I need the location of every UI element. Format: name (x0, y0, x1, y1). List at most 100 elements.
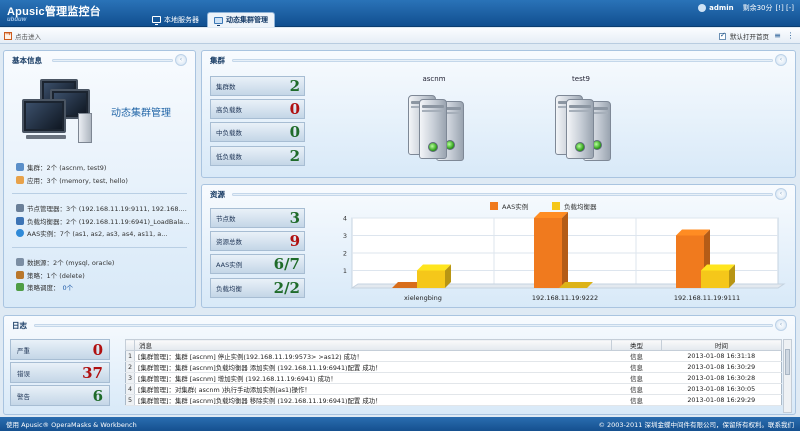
legend-swatch (490, 202, 498, 210)
bar-0-1 (534, 218, 562, 288)
default-open-label: 默认打开首页 (730, 33, 769, 41)
log-table-header: 消息 类型 时间 (125, 339, 782, 351)
stat-aas-instances: AAS实例 6/7 (210, 254, 305, 274)
column-type[interactable]: 类型 (611, 339, 662, 351)
log-stat-critical: 严重 0 (10, 339, 110, 360)
info-schedule-label: 策略调度： (27, 284, 60, 293)
log-stat-warning: 警告 6 (10, 385, 110, 406)
status-right[interactable]: © 2003-2011 深圳金蝶中间件有限公司，保留所有权利。联系我们 (598, 419, 794, 429)
schedule-icon (16, 283, 24, 292)
log-stat-value: 0 (92, 340, 103, 359)
top-bar: Apusic管理监控台 ubuuw 本地服务器 动态集群管理 admin 剩余3… (0, 0, 800, 27)
stat-value: 2 (289, 77, 300, 95)
default-open-checkbox[interactable] (719, 31, 726, 40)
row-message: [集群管理]：集群 [ascnm]负载均衡器 添加实例 (192.168.11.… (134, 361, 612, 373)
monitor-stand (26, 135, 66, 139)
load-balancer-icon (16, 216, 24, 225)
y-tick-label: 2 (343, 250, 347, 258)
x-tick-label: 192.168.11.19:9111 (674, 294, 740, 302)
monitor-icon (152, 16, 161, 25)
tab-local-server-label: 本地服务器 (164, 15, 199, 24)
policy-icon (16, 270, 24, 279)
stat-label: 集群数 (216, 83, 236, 91)
log-scrollbar[interactable] (783, 339, 792, 413)
header-divider (232, 59, 773, 62)
log-stat-label: 错误 (17, 369, 30, 378)
aas-instance-icon (16, 229, 24, 238)
stat-value: 9 (289, 232, 300, 250)
product-title: 动态集群管理 (111, 108, 171, 119)
bar-0-2 (676, 235, 704, 288)
column-time[interactable]: 时间 (661, 339, 782, 351)
row-message: [集群管理]：对集群( ascnm )执行手动添加实例(as1)操作！ (134, 383, 612, 395)
row-number: 4 (125, 383, 135, 395)
row-time: 2013-01-08 16:31:18 (661, 350, 782, 362)
cluster-header: 集群 ‹ (202, 51, 795, 69)
row-number: 1 (125, 350, 135, 362)
schedule-count-link[interactable]: 0个 (63, 282, 74, 292)
row-time: 2013-01-08 16:30:29 (661, 361, 782, 373)
info-list-1: 集群：2个 (ascnm, test9) 应用：3个 (memory, test… (16, 161, 128, 186)
row-time: 2013-01-08 16:30:05 (661, 383, 782, 395)
enter-icon (4, 30, 12, 40)
row-number: 5 (125, 394, 135, 406)
username[interactable]: admin (709, 4, 733, 12)
collapse-icon[interactable]: ‹ (775, 54, 787, 66)
user-area: admin 剩余30分 [!] [-] (698, 3, 794, 13)
scrollbar-thumb[interactable] (785, 349, 790, 375)
header-links[interactable]: [!] [-] (776, 4, 794, 12)
stat-load-balancers: 负载均衡 2/2 (210, 278, 305, 298)
stat-high-load: 高负载数 0 (210, 99, 305, 119)
stat-low-load: 低负载数 2 (210, 146, 305, 166)
row-message: [集群管理]：集群 [ascnm] 增加实例 (192.168.11.19:69… (134, 372, 612, 384)
menu-icon[interactable]: ⋮ (786, 31, 795, 41)
log-title: 日志 (12, 320, 27, 330)
stat-label: AAS实例 (216, 261, 243, 269)
row-message: [集群管理]：集群 [ascnm]负载均衡器 移除实例 (192.168.11.… (134, 394, 612, 406)
stat-node-count: 节点数 3 (210, 208, 305, 228)
log-stat-error: 错误 37 (10, 362, 110, 383)
y-tick-label: 1 (343, 267, 347, 275)
status-left: 使用 Apusic® OperaMasks & Workbench (6, 421, 137, 429)
header-divider (34, 324, 773, 327)
tab-dynamic-cluster-label: 动态集群管理 (226, 16, 268, 24)
table-row[interactable]: 1 [集群管理]：集群 [ascnm] 停止实例(192.168.11.19:9… (125, 350, 782, 362)
y-tick-label: 3 (343, 232, 347, 240)
table-row[interactable]: 2 [集群管理]：集群 [ascnm]负载均衡器 添加实例 (192.168.1… (125, 361, 782, 373)
stat-label: 高负载数 (216, 106, 242, 114)
stat-resource-total: 资源总数 9 (210, 231, 305, 251)
row-type: 信息 (611, 350, 662, 362)
cluster-title: 集群 (210, 55, 225, 65)
column-message[interactable]: 消息 (134, 339, 612, 351)
server-icon (566, 99, 594, 159)
table-row[interactable]: 5 [集群管理]：集群 [ascnm]负载均衡器 移除实例 (192.168.1… (125, 394, 782, 406)
user-icon (698, 4, 707, 12)
monitor-icon (214, 16, 223, 26)
info-row-load-balancer: 负载均衡器：2个 (192.168.11.19:6941)_LoadBala..… (16, 215, 189, 228)
server-icon (419, 99, 447, 159)
table-row[interactable]: 4 [集群管理]：对集群( ascnm )执行手动添加实例(as1)操作！ 信息… (125, 383, 782, 395)
stat-value: 3 (289, 209, 300, 227)
stat-value: 2 (289, 147, 300, 165)
collapse-icon[interactable]: ‹ (775, 319, 787, 331)
computers-illustration (20, 77, 102, 147)
info-row-app: 应用：3个 (memory, test, hello) (16, 174, 128, 187)
row-number: 3 (125, 372, 135, 384)
enter-button[interactable]: 点击进入 (4, 30, 41, 41)
tab-dynamic-cluster[interactable]: 动态集群管理 (207, 12, 275, 27)
stat-value: 2/2 (273, 279, 300, 297)
row-message: [集群管理]：集群 [ascnm] 停止实例(192.168.11.19:957… (134, 350, 612, 362)
table-row[interactable]: 3 [集群管理]：集群 [ascnm] 增加实例 (192.168.11.19:… (125, 372, 782, 384)
app-logo: Apusic管理监控台 ubuuw (7, 3, 101, 23)
list-icon[interactable]: ≡ (773, 31, 782, 41)
info-aas-label: AAS实例：7个 (as1, as2, as3, as4, as11, a... (27, 230, 168, 239)
collapse-icon[interactable]: ‹ (175, 54, 187, 66)
status-bar: 使用 Apusic® OperaMasks & Workbench © 2003… (0, 417, 800, 431)
session-timer: 剩余30分 (742, 4, 773, 12)
x-tick-label: xielengbing (404, 294, 442, 302)
tab-local-server[interactable]: 本地服务器 (146, 12, 205, 27)
bar-1-2 (701, 270, 729, 288)
row-type: 信息 (611, 361, 662, 373)
cluster-icon (16, 163, 24, 172)
stat-value: 6/7 (273, 255, 300, 273)
